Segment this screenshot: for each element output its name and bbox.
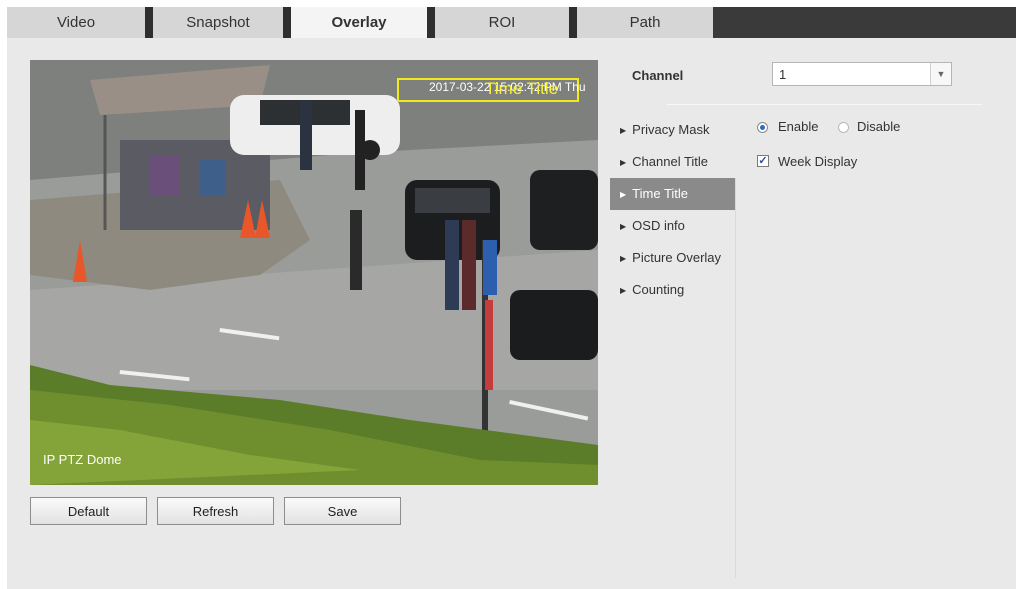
default-button[interactable]: Default [30, 497, 147, 525]
refresh-button[interactable]: Refresh [157, 497, 274, 525]
overlay-type-menu: ▶ Privacy Mask ▶ Channel Title ▶ Time Title… [610, 114, 736, 306]
menu-item-label: Counting [632, 282, 685, 297]
channel-label: Channel [632, 68, 684, 83]
video-preview[interactable]: 2017-03-22 15:02:42 PM Thu Time Title IP… [30, 60, 598, 485]
tab-separator [569, 7, 577, 38]
triangle-right-icon: ▶ [620, 254, 627, 263]
disable-radio[interactable] [838, 122, 849, 133]
channel-title-overlay-text: IP PTZ Dome [43, 452, 122, 467]
week-display-label[interactable]: Week Display [778, 154, 857, 169]
time-title-overlay-label: Time Title [485, 79, 559, 98]
tab-snapshot[interactable]: Snapshot [153, 7, 283, 38]
menu-item-label: Privacy Mask [632, 122, 710, 137]
tab-separator [283, 7, 291, 38]
camera-scene-image [30, 60, 598, 485]
menu-item-label: Time Title [632, 186, 689, 201]
enable-radio[interactable] [757, 122, 768, 133]
save-button[interactable]: Save [284, 497, 401, 525]
tab-separator [427, 7, 435, 38]
menu-item-privacy-mask[interactable]: ▶ Privacy Mask [610, 114, 736, 146]
menu-item-osd-info[interactable]: ▶ OSD info [610, 210, 736, 242]
tab-roi[interactable]: ROI [435, 7, 569, 38]
menu-item-picture-overlay[interactable]: ▶ Picture Overlay [610, 242, 736, 274]
menu-item-label: Picture Overlay [632, 250, 722, 265]
overlay-content-panel: 2017-03-22 15:02:42 PM Thu Time Title IP… [7, 38, 1016, 589]
menu-item-label: Channel Title [632, 154, 709, 169]
triangle-right-icon: ▶ [620, 286, 627, 295]
tab-video[interactable]: Video [7, 7, 145, 38]
channel-select[interactable]: 1 ▼ [772, 62, 952, 86]
tab-separator [145, 7, 153, 38]
enable-label[interactable]: Enable [778, 119, 818, 134]
week-display-checkbox[interactable]: ✓ [757, 155, 769, 167]
menu-item-label: OSD info [632, 218, 685, 233]
menu-item-time-title[interactable]: ▶ Time Title [610, 178, 736, 210]
menu-divider [735, 178, 736, 578]
channel-select-value: 1 [779, 67, 787, 82]
tab-overlay[interactable]: Overlay [291, 7, 427, 38]
tab-bar: Video Snapshot Overlay ROI Path [7, 7, 1016, 38]
menu-item-channel-title[interactable]: ▶ Channel Title [610, 146, 736, 178]
triangle-right-icon: ▶ [620, 126, 627, 135]
tab-path[interactable]: Path [577, 7, 713, 38]
triangle-right-icon: ▶ [620, 158, 627, 167]
triangle-right-icon: ▶ [620, 190, 627, 199]
chevron-down-icon[interactable]: ▼ [930, 63, 951, 85]
triangle-right-icon: ▶ [620, 222, 627, 231]
section-divider [667, 104, 982, 105]
menu-item-counting[interactable]: ▶ Counting [610, 274, 736, 306]
disable-label[interactable]: Disable [857, 119, 900, 134]
